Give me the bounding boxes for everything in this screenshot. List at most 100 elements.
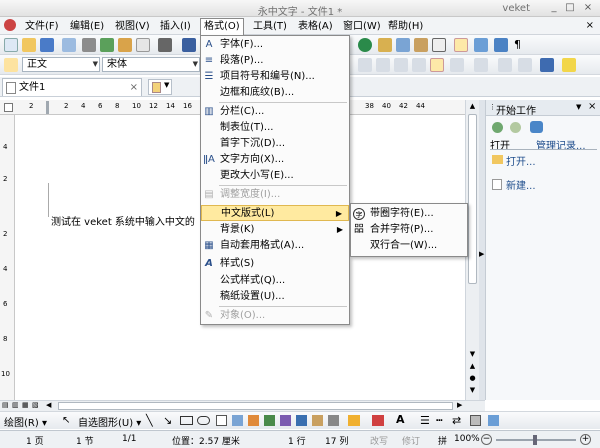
menu-item-change-case[interactable]: 更改大小写(E)... bbox=[201, 168, 349, 184]
font-color-icon[interactable]: A bbox=[396, 413, 405, 426]
menu-view[interactable]: 视图(V) bbox=[112, 19, 153, 34]
arrow-style-icon[interactable]: ⇄ bbox=[452, 414, 461, 427]
menu-item-background[interactable]: 背景(K) ▶ bbox=[201, 222, 349, 238]
line-style-icon[interactable]: ☰ bbox=[420, 414, 430, 427]
menu-item-font[interactable]: A 字体(F)... bbox=[201, 37, 349, 53]
draw-menu-button[interactable]: 绘图(R) ▾ bbox=[4, 414, 47, 429]
arrow-icon[interactable]: ↘ bbox=[163, 414, 172, 427]
image-icon[interactable] bbox=[312, 415, 323, 426]
open-link[interactable]: 打开... bbox=[506, 153, 536, 168]
menu-item-drop-cap[interactable]: 首字下沉(D)... bbox=[201, 136, 349, 152]
menu-format[interactable]: 格式(O) bbox=[200, 18, 244, 35]
3d-icon[interactable] bbox=[488, 415, 499, 426]
highlight-icon[interactable] bbox=[562, 58, 576, 72]
fill-color-icon[interactable] bbox=[348, 415, 360, 426]
style-select[interactable]: 正文 ▼ bbox=[22, 57, 100, 72]
select-arrow-icon[interactable]: ↖ bbox=[62, 415, 70, 426]
new-icon[interactable] bbox=[4, 38, 18, 52]
next-page-icon[interactable]: ▼ bbox=[467, 386, 478, 396]
forward-icon[interactable] bbox=[510, 122, 521, 133]
justify-icon[interactable] bbox=[430, 58, 444, 72]
numbering-icon[interactable] bbox=[450, 58, 464, 72]
export-icon[interactable] bbox=[100, 38, 114, 52]
submenu-item-two-lines-in-one[interactable]: 双行合一(W)... bbox=[351, 238, 467, 254]
oval-icon[interactable] bbox=[197, 416, 210, 425]
open-icon[interactable] bbox=[22, 38, 36, 52]
chart-icon[interactable] bbox=[396, 38, 410, 52]
align-center-icon[interactable] bbox=[412, 58, 426, 72]
table-icon[interactable] bbox=[378, 38, 392, 52]
chart-icon[interactable] bbox=[296, 415, 307, 426]
browse-object-icon[interactable]: ● bbox=[467, 374, 478, 384]
pilcrow-icon[interactable]: ¶ bbox=[514, 38, 521, 51]
vertical-ruler[interactable]: 4 2 2 4 6 8 10 bbox=[0, 115, 15, 400]
refresh-icon[interactable] bbox=[358, 38, 372, 52]
menu-item-text-direction[interactable]: ǁA 文字方向(X)... bbox=[201, 152, 349, 168]
menu-item-styles[interactable]: A 样式(S) bbox=[201, 256, 349, 272]
maximize-button[interactable]: □ bbox=[564, 2, 576, 14]
font-select[interactable]: 宋体 ▼ bbox=[102, 57, 200, 72]
email-icon[interactable] bbox=[62, 38, 76, 52]
menu-item-manuscript-settings[interactable]: 稿纸设置(U)... bbox=[201, 289, 349, 305]
picture-icon[interactable] bbox=[280, 415, 291, 426]
previous-page-icon[interactable]: ▲ bbox=[467, 362, 478, 372]
scroll-thumb[interactable] bbox=[468, 114, 477, 284]
dash-style-icon[interactable]: ┅ bbox=[436, 414, 443, 427]
line-icon[interactable]: ╲ bbox=[146, 414, 153, 427]
menu-table[interactable]: 表格(A) bbox=[295, 19, 336, 34]
zoom-out-icon[interactable]: − bbox=[481, 434, 492, 445]
submenu-item-enclosed-characters[interactable]: 字带圈字符(E)... bbox=[351, 206, 467, 222]
insert-table-icon[interactable] bbox=[414, 38, 428, 52]
menu-item-bullets-numbering[interactable]: ☰ 项目符号和编号(N)... bbox=[201, 69, 349, 85]
tab-stop-selector[interactable] bbox=[4, 103, 13, 112]
scroll-right-icon[interactable]: ▶ bbox=[457, 401, 462, 409]
scroll-left-icon[interactable]: ◀ bbox=[46, 401, 51, 409]
print-icon[interactable] bbox=[82, 38, 96, 52]
clipart-icon[interactable] bbox=[264, 415, 275, 426]
close-tab-icon[interactable]: × bbox=[130, 79, 138, 96]
horizontal-scroll-thumb[interactable] bbox=[58, 402, 453, 410]
paste-icon[interactable] bbox=[118, 38, 132, 52]
status-track-changes[interactable]: 修订 bbox=[402, 434, 420, 447]
zoom-in-icon[interactable]: + bbox=[580, 434, 591, 445]
shadow-icon[interactable] bbox=[470, 415, 481, 426]
diagram-icon[interactable] bbox=[248, 415, 259, 426]
view-page-icon[interactable]: ▦ bbox=[22, 401, 29, 409]
view-normal-icon[interactable]: ▤ bbox=[2, 401, 9, 409]
textbox-icon[interactable] bbox=[216, 415, 227, 426]
indent-icon[interactable] bbox=[498, 58, 512, 72]
back-icon[interactable] bbox=[492, 122, 503, 133]
map-icon[interactable] bbox=[474, 38, 488, 52]
menu-item-borders-shading[interactable]: 边框和底纹(B)... bbox=[201, 85, 349, 101]
line-color-icon[interactable] bbox=[372, 415, 384, 426]
close-button[interactable]: × bbox=[582, 2, 594, 14]
scroll-down-icon[interactable]: ▼ bbox=[467, 350, 478, 360]
view-outline-icon[interactable]: ▧ bbox=[32, 401, 39, 409]
menu-tools[interactable]: 工具(T) bbox=[250, 19, 290, 34]
border-icon[interactable] bbox=[358, 58, 372, 72]
menu-file[interactable]: 文件(F) bbox=[22, 19, 62, 34]
new-tab-button[interactable]: ▼ bbox=[148, 79, 172, 95]
rectangle-icon[interactable] bbox=[180, 416, 193, 425]
menu-item-columns[interactable]: ▥ 分栏(C)... bbox=[201, 104, 349, 120]
autoshape-menu-button[interactable]: 自选图形(U) ▾ bbox=[78, 414, 141, 429]
wordart-icon[interactable] bbox=[232, 415, 243, 426]
close-icon[interactable]: × bbox=[588, 101, 596, 112]
menu-item-paragraph[interactable]: ≡ 段落(P)... bbox=[201, 53, 349, 69]
shading-icon[interactable] bbox=[376, 58, 390, 72]
menu-edit[interactable]: 编辑(E) bbox=[67, 19, 107, 34]
menu-item-tabs[interactable]: 制表位(T)... bbox=[201, 120, 349, 136]
undo-icon[interactable] bbox=[158, 38, 172, 52]
menu-help[interactable]: 帮助(H) bbox=[385, 19, 426, 34]
new-link[interactable]: 新建... bbox=[506, 177, 536, 192]
outdent-icon[interactable] bbox=[518, 58, 532, 72]
zoom-icon[interactable] bbox=[494, 38, 508, 52]
menu-insert[interactable]: 插入(I) bbox=[157, 19, 194, 34]
menu-close-icon[interactable]: × bbox=[586, 20, 594, 31]
menu-item-chinese-layout[interactable]: 中文版式(L) ▶ bbox=[201, 205, 349, 221]
text-icon[interactable] bbox=[182, 38, 196, 52]
gallery-icon[interactable] bbox=[328, 415, 339, 426]
list-icon[interactable] bbox=[540, 58, 554, 72]
minimize-button[interactable]: _ bbox=[548, 2, 560, 14]
align-left-icon[interactable] bbox=[394, 58, 408, 72]
